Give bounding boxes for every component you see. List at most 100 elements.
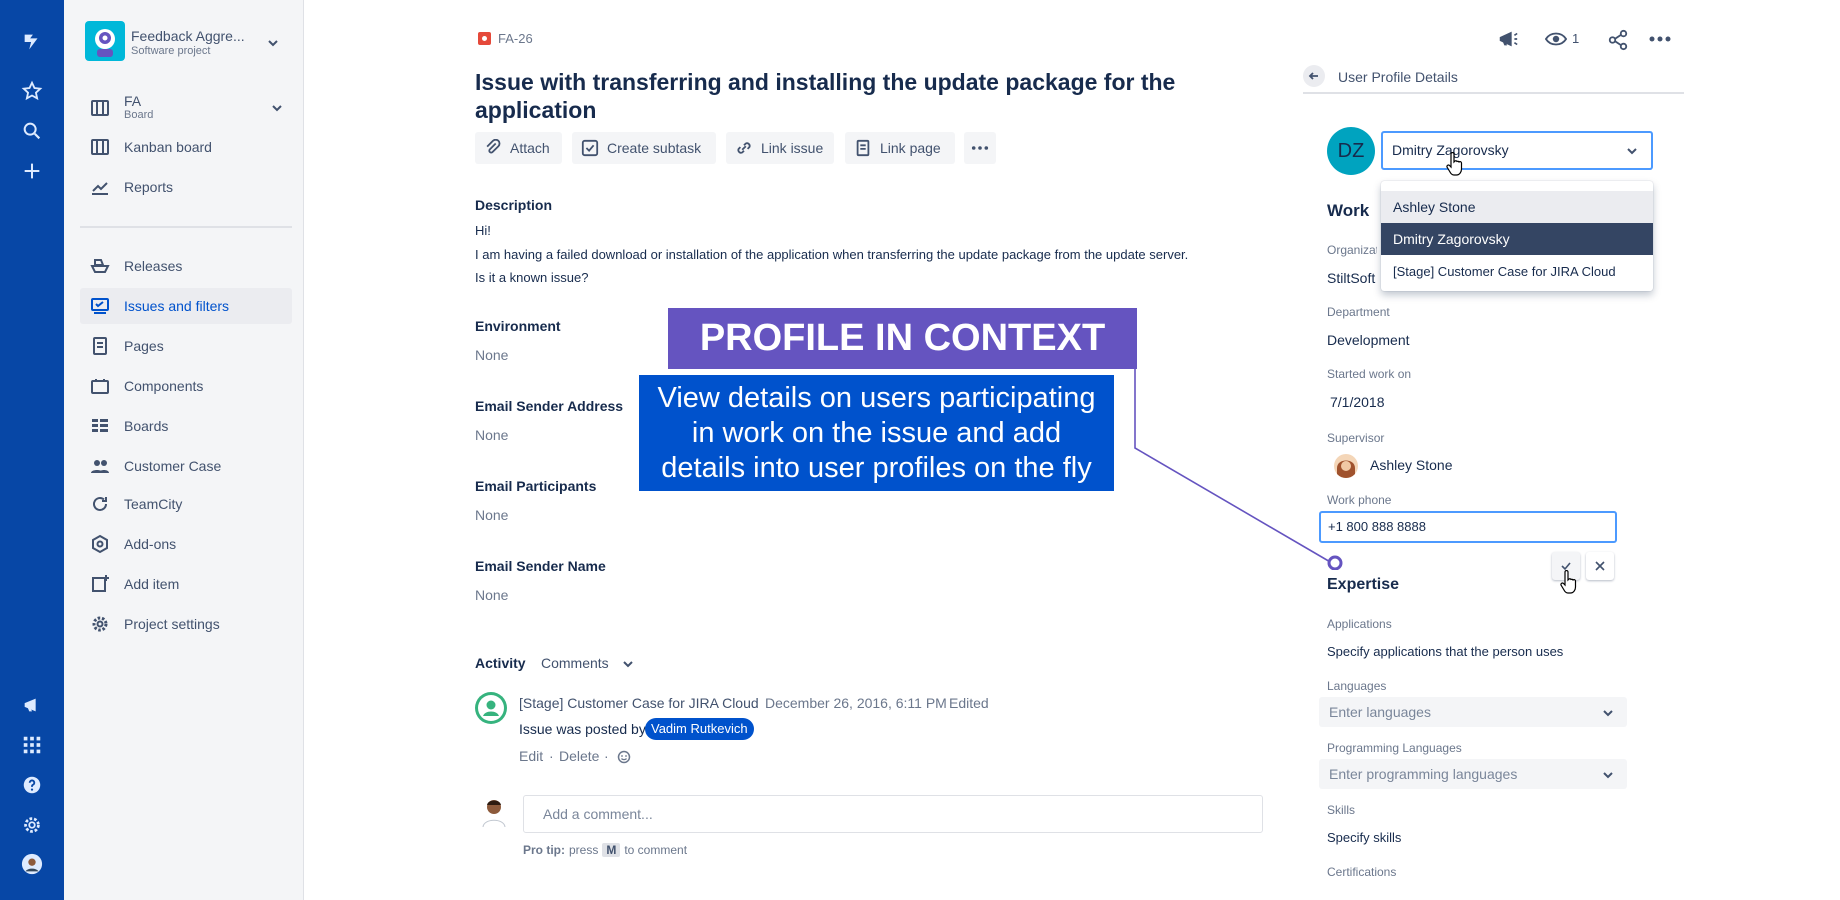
jira-logo-icon[interactable] (20, 30, 44, 54)
department-value[interactable]: Development (1327, 332, 1410, 348)
sidebar-item-add-ons[interactable]: Add-ons (80, 526, 292, 562)
keyboard-key: M (602, 843, 621, 857)
user-avatar[interactable] (20, 852, 44, 876)
comment-edited: Edited (949, 695, 989, 711)
comment-author[interactable]: [Stage] Customer Case for JIRA Cloud (519, 695, 759, 711)
ship-icon (88, 254, 112, 278)
dropdown-option-selected[interactable]: Dmitry Zagorovsky (1381, 223, 1653, 255)
chevron-down-icon (1603, 710, 1613, 717)
chevron-down-icon[interactable] (622, 658, 634, 670)
separator: · (549, 748, 554, 764)
feedback-megaphone-icon[interactable] (1497, 28, 1519, 50)
sidebar-item-label: Add item (124, 576, 180, 592)
sidebar-item-boards[interactable]: Boards (80, 408, 292, 444)
email-sender-name-value[interactable]: None (475, 587, 508, 603)
boards-icon (88, 414, 112, 438)
dropdown-option[interactable]: Ashley Stone (1381, 191, 1653, 223)
gear-icon (88, 612, 112, 636)
applications-label: Applications (1327, 617, 1392, 631)
star-icon[interactable] (20, 79, 44, 103)
watch-eye-icon[interactable] (1545, 29, 1567, 49)
sidebar-item-teamcity[interactable]: TeamCity (80, 486, 292, 522)
started-work-value[interactable]: 7/1/2018 (1330, 394, 1385, 410)
email-sender-address-label: Email Sender Address (475, 398, 624, 414)
sidebar-item-label: Reports (124, 179, 174, 195)
notifications-megaphone-icon[interactable] (20, 693, 44, 717)
share-icon[interactable] (1607, 29, 1629, 51)
link-page-label: Link page (880, 140, 941, 156)
supervisor-label: Supervisor (1327, 431, 1385, 445)
activity-filter[interactable]: Comments (541, 655, 609, 671)
attach-button[interactable]: Attach (475, 132, 562, 164)
comment-edit-link[interactable]: Edit (519, 748, 543, 764)
issue-title[interactable]: Issue with transferring and installing t… (475, 68, 1195, 124)
environment-label: Environment (475, 318, 561, 334)
issue-key[interactable]: FA-26 (498, 31, 533, 46)
user-mention[interactable]: Vadim Rutkevich (645, 718, 754, 740)
chevron-down-icon[interactable] (1625, 144, 1639, 158)
work-phone-input[interactable]: +1 800 888 8888 (1319, 511, 1617, 543)
user-select[interactable]: Dmitry Zagorovsky (1381, 131, 1653, 170)
sidebar-item-project-settings[interactable]: Project settings (80, 606, 292, 642)
chevron-down-icon[interactable] (266, 36, 280, 50)
search-icon[interactable] (20, 119, 44, 143)
paperclip-icon (486, 139, 501, 154)
subtask-icon (581, 139, 599, 157)
more-actions-icon[interactable] (1649, 36, 1671, 42)
sidebar-item-customer-case[interactable]: Customer Case (80, 448, 292, 484)
sidebar-item-add-item[interactable]: Add item (80, 566, 292, 602)
issue-title-line: application (475, 97, 597, 123)
link-page-button[interactable]: Link page (845, 132, 955, 164)
sidebar-item-label: Components (124, 378, 204, 394)
comment-date: December 26, 2016, 6:11 PM (765, 695, 947, 711)
help-icon[interactable] (20, 773, 44, 797)
hand-cursor-icon (1560, 570, 1577, 594)
programming-languages-select[interactable]: Enter programming languages (1319, 759, 1627, 789)
create-plus-icon[interactable] (20, 159, 44, 183)
bug-icon (478, 32, 491, 45)
more-button[interactable] (964, 132, 996, 164)
sidebar-item-label: TeamCity (124, 496, 183, 512)
create-subtask-button[interactable]: Create subtask (572, 132, 716, 164)
sidebar-item-issues-and-filters[interactable]: Issues and filters (80, 288, 292, 324)
applications-value[interactable]: Specify applications that the person use… (1327, 644, 1563, 659)
supervisor-avatar (1334, 454, 1358, 478)
link-issue-button[interactable]: Link issue (726, 132, 834, 164)
languages-select[interactable]: Enter languages (1319, 697, 1627, 727)
add-reaction-icon[interactable] (617, 750, 631, 764)
supervisor-value[interactable]: Ashley Stone (1370, 457, 1453, 473)
promo-line: in work on the issue and add (691, 416, 1062, 449)
description-line[interactable]: Is it a known issue? (475, 270, 588, 285)
board-switcher[interactable]: FA Board (80, 88, 292, 128)
organization-value[interactable]: StiltSoft (1327, 270, 1377, 286)
sidebar-item-reports[interactable]: Reports (80, 169, 292, 205)
sidebar-divider (80, 226, 292, 228)
email-sender-address-value[interactable]: None (475, 427, 508, 443)
certifications-label: Certifications (1327, 865, 1397, 879)
add-comment-input[interactable]: Add a comment... (523, 795, 1263, 833)
chevron-down-icon (1603, 772, 1613, 779)
back-arrow-icon[interactable] (1303, 65, 1325, 87)
sidebar-item-components[interactable]: Components (80, 368, 292, 404)
cancel-close-button[interactable] (1586, 552, 1614, 580)
description-line[interactable]: I am having a failed download or install… (475, 247, 1188, 262)
sidebar-item-releases[interactable]: Releases (80, 248, 292, 284)
started-work-label: Started work on (1327, 367, 1412, 381)
project-name[interactable]: Feedback Aggre... (131, 28, 245, 44)
board-icon (88, 96, 112, 120)
dropdown-option[interactable]: [Stage] Customer Case for JIRA Cloud (1381, 255, 1653, 287)
close-icon (1595, 561, 1605, 571)
app-switcher-icon[interactable] (20, 733, 44, 757)
comment-delete-link[interactable]: Delete (559, 748, 599, 764)
email-participants-value[interactable]: None (475, 507, 508, 523)
sidebar-item-label: Kanban board (124, 139, 212, 155)
sidebar-item-kanban-board[interactable]: Kanban board (80, 129, 292, 165)
skills-value[interactable]: Specify skills (1327, 830, 1401, 845)
description-line[interactable]: Hi! (475, 223, 491, 238)
settings-gear-icon[interactable] (20, 813, 44, 837)
sidebar-item-label: Boards (124, 418, 169, 434)
environment-value[interactable]: None (475, 347, 508, 363)
hand-cursor-icon (1446, 152, 1463, 176)
sidebar-item-pages[interactable]: Pages (80, 328, 292, 364)
separator: · (604, 748, 609, 764)
